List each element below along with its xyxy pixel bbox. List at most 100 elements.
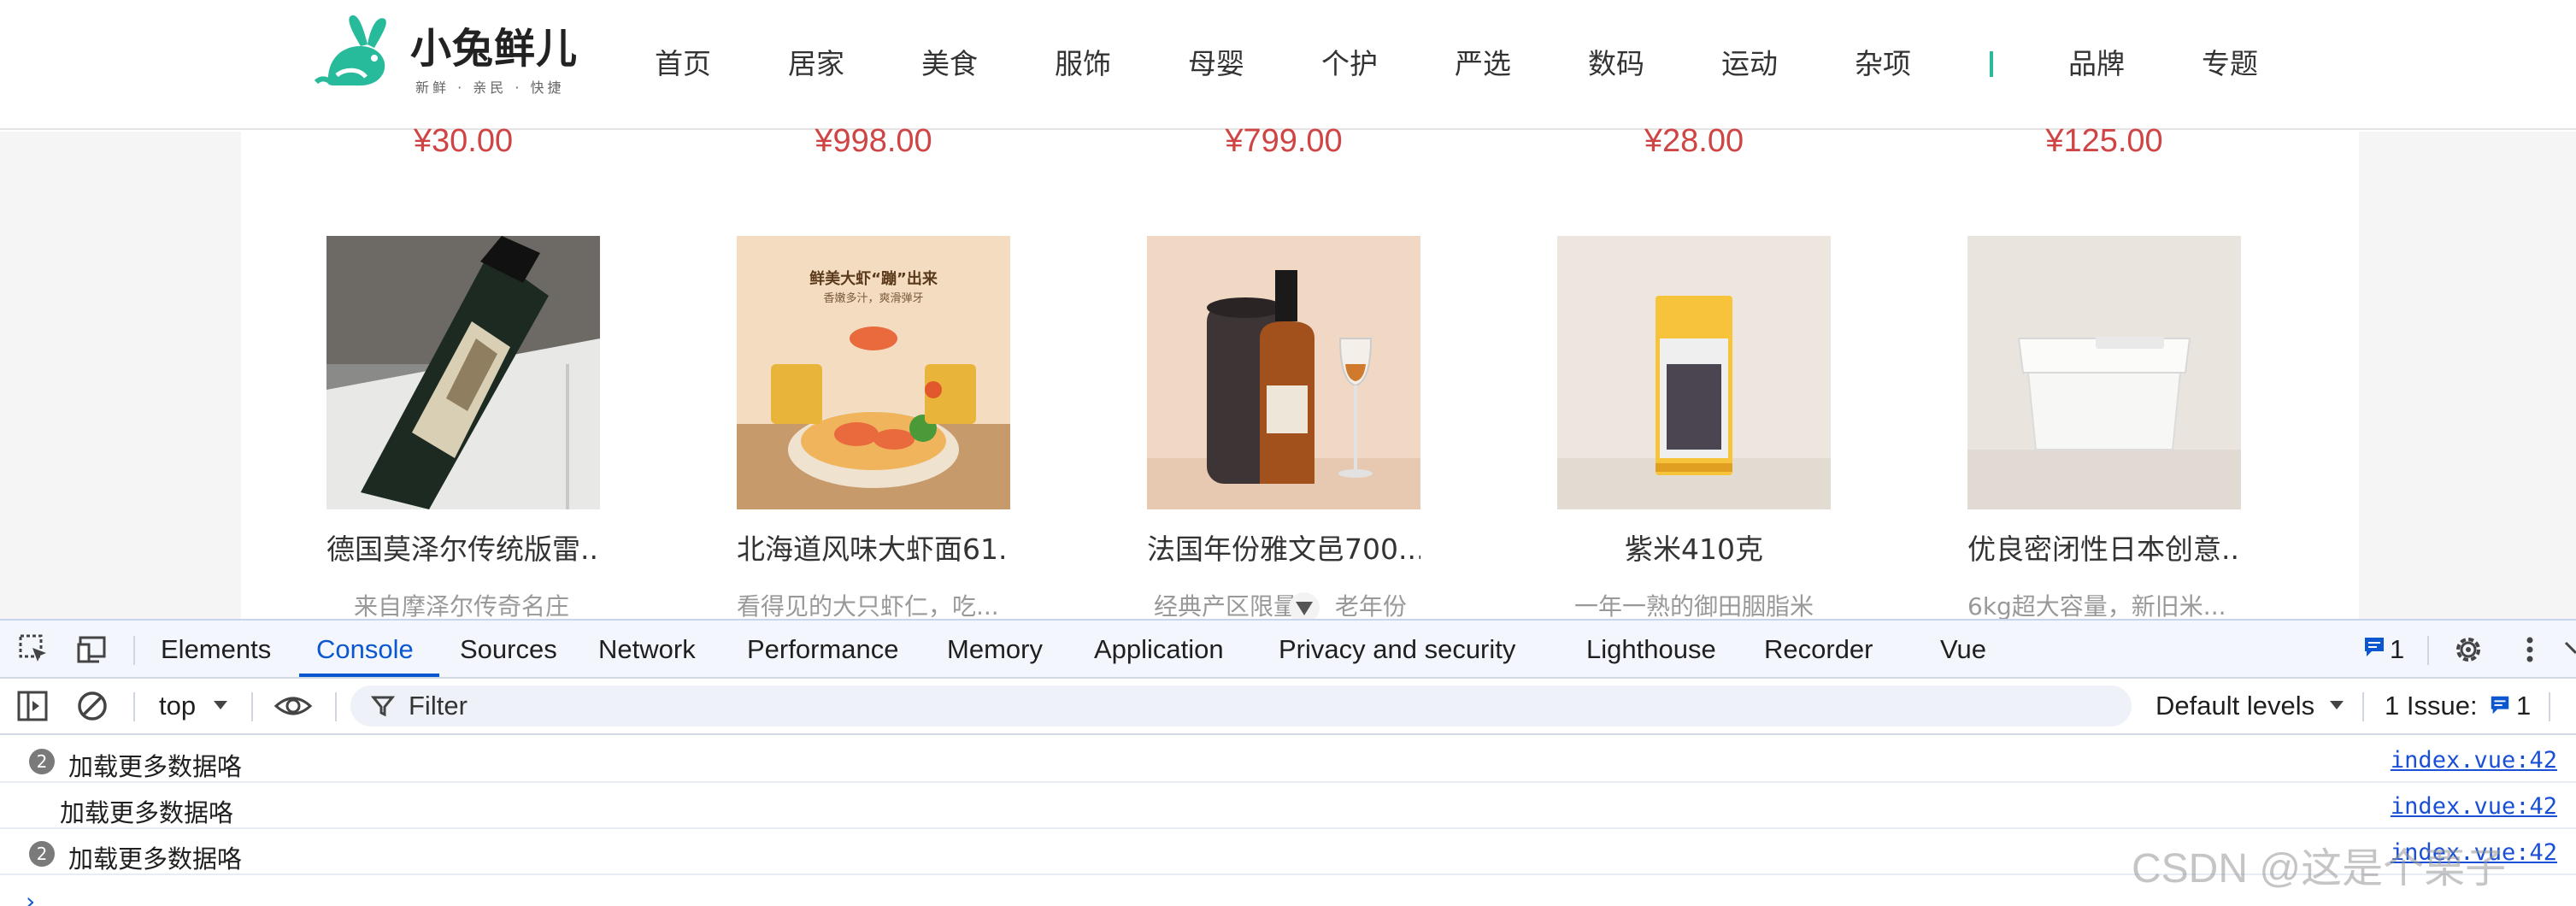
- product-image-armagnac[interactable]: [1147, 236, 1420, 509]
- issues-message-icon[interactable]: [2489, 694, 2511, 716]
- nav-item-misc[interactable]: 杂项: [1855, 43, 1988, 85]
- product-price: ¥28.00: [1644, 123, 1744, 159]
- product-price: ¥125.00: [2045, 123, 2163, 159]
- devtools-tab-bar: Elements Console Sources Network Perform…: [0, 619, 2576, 679]
- nav-item-personal-care[interactable]: 个护: [1321, 43, 1455, 85]
- log-levels-selector[interactable]: Default levels: [2155, 691, 2314, 721]
- clear-console-icon[interactable]: [75, 689, 109, 723]
- console-message: 2 加载更多数据咯 index.vue:42: [0, 737, 2576, 783]
- tab-performance[interactable]: Performance: [747, 634, 898, 665]
- toolbar-separator: [2549, 692, 2550, 721]
- more-options-icon[interactable]: [2513, 632, 2547, 667]
- image-caption: 鲜美大虾“蹦”出来: [809, 270, 938, 288]
- close-devtools-icon[interactable]: [2561, 632, 2576, 667]
- product-price: ¥799.00: [1225, 123, 1343, 159]
- tab-privacy-security[interactable]: Privacy and security: [1279, 634, 1515, 665]
- rabbit-logo-icon: [314, 15, 386, 85]
- nav-item-digital[interactable]: 数码: [1588, 43, 1721, 85]
- product-desc-text: 经典产区限量: [1154, 592, 1298, 621]
- tab-vue[interactable]: Vue: [1940, 634, 1986, 665]
- product-name[interactable]: 优良密闭性日本创意...: [1967, 527, 2241, 568]
- site-header: 小兔鲜儿 新鲜 · 亲民 · 快捷 首页 居家 美食 服饰 母婴 个护 严选 数…: [0, 0, 2576, 130]
- repeat-count-badge: 2: [29, 749, 55, 774]
- nav-item-topic[interactable]: 专题: [2202, 43, 2335, 85]
- tab-memory[interactable]: Memory: [947, 634, 1043, 665]
- console-toolbar: top Filter Default levels 1 Issue: 1: [0, 679, 2576, 735]
- site-logo[interactable]: 小兔鲜儿 新鲜 · 亲民 · 快捷: [311, 5, 585, 106]
- nav-item-selection[interactable]: 严选: [1455, 43, 1588, 85]
- nav-item-apparel[interactable]: 服饰: [1055, 43, 1188, 85]
- nav-item-food[interactable]: 美食: [921, 43, 1055, 85]
- tab-network[interactable]: Network: [598, 634, 696, 665]
- product-card[interactable]: 紫米410克 一年一熟的御田胭脂米: [1557, 236, 1831, 622]
- nav-divider: [1990, 51, 1993, 77]
- logo-slogan: 新鲜 · 亲民 · 快捷: [415, 79, 565, 96]
- product-image-rice-container[interactable]: [1967, 236, 2241, 509]
- product-price: ¥998.00: [815, 123, 932, 159]
- issues-badge-count[interactable]: 1: [2390, 634, 2404, 665]
- main-nav: 首页 居家 美食 服饰 母婴 个护 严选 数码 运动 杂项 品牌 专题: [655, 43, 2335, 85]
- issues-label[interactable]: 1 Issue:: [2385, 691, 2478, 721]
- repeat-count-badge: 2: [29, 841, 55, 867]
- device-toolbar-icon[interactable]: [75, 632, 109, 667]
- settings-gear-icon[interactable]: [2451, 632, 2485, 667]
- product-card[interactable]: 鲜美大虾“蹦”出来 香嫩多汁，爽滑弹牙 北海道风味大虾面61... 看得见的大只…: [737, 236, 1010, 622]
- product-image-wine[interactable]: [326, 236, 600, 509]
- filter-placeholder: Filter: [409, 691, 468, 721]
- console-filter-input[interactable]: Filter: [350, 685, 2132, 727]
- context-selector[interactable]: top: [159, 691, 196, 721]
- nav-item-baby[interactable]: 母婴: [1188, 43, 1321, 85]
- product-image-shrimp-noodles[interactable]: 鲜美大虾“蹦”出来 香嫩多汁，爽滑弹牙: [737, 236, 1010, 509]
- tab-lighthouse[interactable]: Lighthouse: [1586, 634, 1716, 665]
- issues-count[interactable]: 1: [2516, 691, 2531, 721]
- tab-separator: [133, 636, 135, 665]
- logo-name: 小兔鲜儿: [410, 25, 579, 73]
- toolbar-separator: [133, 692, 135, 721]
- watermark: CSDN @这是个栗子: [2132, 846, 2507, 891]
- messages-icon[interactable]: [2362, 635, 2386, 659]
- live-expression-eye-icon[interactable]: [273, 689, 313, 723]
- toolbar-separator: [335, 692, 337, 721]
- tab-separator: [2427, 636, 2429, 665]
- nav-item-home-living[interactable]: 居家: [788, 43, 921, 85]
- product-desc: 来自摩泽尔传奇名庄: [354, 592, 570, 621]
- product-name[interactable]: 德国莫泽尔传统版雷...: [326, 527, 600, 568]
- filter-funnel-icon: [371, 696, 395, 717]
- toolbar-separator: [2362, 692, 2364, 721]
- console-message: 加载更多数据咯 index.vue:42: [0, 783, 2576, 829]
- product-name[interactable]: 北海道风味大虾面61...: [737, 527, 1010, 568]
- tab-application[interactable]: Application: [1094, 634, 1224, 665]
- source-link[interactable]: index.vue:42: [2391, 747, 2557, 774]
- sidebar-toggle-icon[interactable]: [15, 689, 50, 723]
- context-dropdown-icon[interactable]: [212, 699, 229, 711]
- product-card[interactable]: 德国莫泽尔传统版雷... 来自摩泽尔传奇名庄: [326, 236, 600, 622]
- product-desc: 看得见的大只虾仁，吃...: [737, 592, 999, 621]
- product-card[interactable]: 优良密闭性日本创意... 6kg超大容量，新旧米...: [1967, 236, 2241, 622]
- product-desc: 6kg超大容量，新旧米...: [1967, 592, 2226, 621]
- console-message-text: 加载更多数据咯: [60, 798, 234, 827]
- goods-list: ¥30.00 ¥998.00 ¥799.00 ¥28.00 ¥125.00 德国…: [241, 123, 2359, 623]
- product-name[interactable]: 法国年份雅文邑700...: [1147, 527, 1420, 568]
- tab-elements[interactable]: Elements: [161, 634, 271, 665]
- nav-item-brand[interactable]: 品牌: [2068, 43, 2202, 85]
- product-desc-tail: 老年份: [1334, 592, 1407, 621]
- nav-item-home[interactable]: 首页: [655, 43, 788, 85]
- tab-console[interactable]: Console: [316, 634, 414, 665]
- nav-item-sports[interactable]: 运动: [1721, 43, 1855, 85]
- inspect-element-icon[interactable]: [17, 632, 51, 667]
- console-message-text: 加载更多数据咯: [68, 844, 243, 874]
- toolbar-separator: [251, 692, 253, 721]
- console-prompt[interactable]: ›: [26, 887, 35, 906]
- product-name[interactable]: 紫米410克: [1557, 527, 1831, 568]
- tab-sources[interactable]: Sources: [460, 634, 557, 665]
- product-price: ¥30.00: [413, 123, 514, 159]
- product-desc: 一年一熟的御田胭脂米: [1573, 592, 1814, 621]
- source-link[interactable]: index.vue:42: [2391, 793, 2557, 820]
- levels-dropdown-icon[interactable]: [2328, 699, 2345, 711]
- active-tab-underline: [299, 674, 439, 677]
- tab-recorder[interactable]: Recorder: [1764, 634, 1873, 665]
- product-card[interactable]: 法国年份雅文邑700... 经典产区限量 老年份: [1147, 236, 1420, 625]
- image-subcaption: 香嫩多汁，爽滑弹牙: [823, 292, 924, 305]
- console-message-text: 加载更多数据咯: [68, 752, 243, 781]
- product-image-purple-rice[interactable]: [1557, 236, 1831, 509]
